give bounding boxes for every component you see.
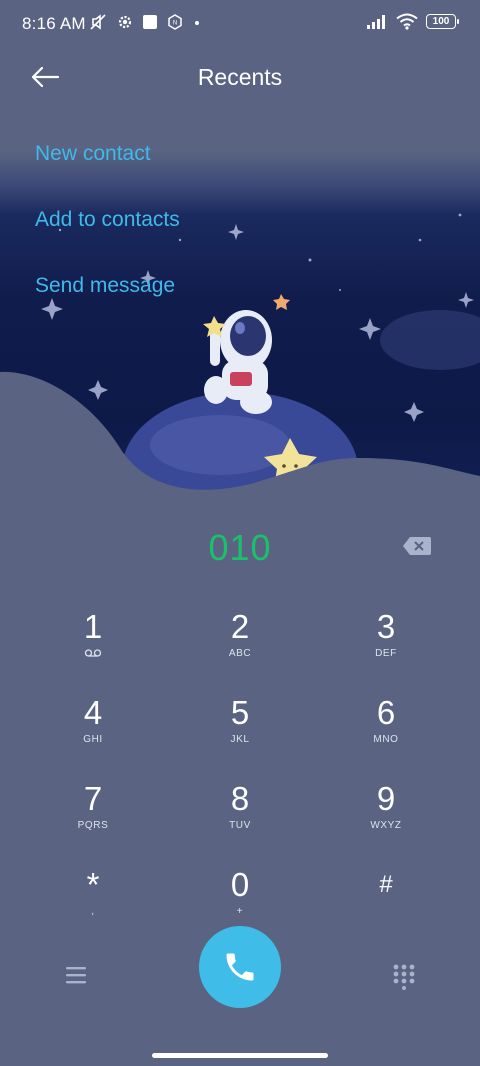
key-star[interactable]: * , [33, 866, 153, 940]
key-3[interactable]: 3 DEF [326, 608, 446, 682]
key-digit: 7 [83, 780, 103, 817]
settings-icon [118, 15, 132, 29]
signal-icon [367, 14, 385, 29]
key-digit: 9 [376, 780, 396, 817]
key-hash[interactable]: # [326, 866, 446, 940]
dialpad-toggle-button[interactable] [392, 964, 416, 990]
key-letters: GHI [83, 734, 103, 745]
key-6[interactable]: 6 MNO [326, 694, 446, 768]
key-digit: * [86, 866, 100, 903]
call-button[interactable] [199, 926, 281, 1008]
svg-text:N: N [173, 21, 177, 27]
phone-icon [226, 953, 254, 981]
key-digit: 1 [83, 608, 103, 645]
backspace-button[interactable] [402, 535, 432, 557]
new-contact-link[interactable]: New contact [35, 142, 151, 166]
status-bar: 8:16 AM N 100 [0, 0, 480, 46]
status-time: 8:16 AM [22, 14, 86, 33]
key-9[interactable]: 9 WXYZ [326, 780, 446, 854]
key-letters: PQRS [77, 820, 109, 831]
key-8[interactable]: 8 TUV [180, 780, 300, 854]
key-2[interactable]: 2 ABC [180, 608, 300, 682]
battery-level: 100 [432, 16, 450, 27]
key-letters: MNO [373, 734, 399, 745]
key-letters: ABC [228, 648, 252, 659]
nfc-icon: N [168, 14, 182, 30]
key-digit: 0 [230, 866, 250, 903]
key-letters: + [236, 906, 244, 917]
voicemail-icon [33, 648, 153, 661]
key-digit: 4 [83, 694, 103, 731]
mute-icon [90, 14, 106, 30]
key-digit: 8 [230, 780, 250, 817]
key-letters: JKL [230, 734, 250, 745]
key-digit: 6 [376, 694, 396, 731]
hamburger-menu-icon [66, 967, 86, 984]
backspace-icon [403, 537, 431, 555]
key-letters: DEF [375, 648, 397, 659]
home-indicator[interactable] [152, 1053, 328, 1058]
add-to-contacts-link[interactable]: Add to contacts [35, 208, 180, 232]
wifi-icon [396, 13, 418, 30]
menu-button[interactable] [64, 964, 88, 986]
dot-icon [195, 21, 199, 25]
key-digit: # [379, 871, 393, 898]
send-message-link[interactable]: Send message [35, 274, 175, 298]
key-1[interactable]: 1 [33, 608, 153, 682]
key-letters: WXYZ [370, 820, 402, 831]
key-digit: 5 [230, 694, 250, 731]
battery-icon: 100 [426, 14, 459, 29]
key-7[interactable]: 7 PQRS [33, 780, 153, 854]
key-digit: 2 [230, 608, 250, 645]
key-4[interactable]: 4 GHI [33, 694, 153, 768]
key-letters: , [91, 906, 95, 917]
key-digit: 3 [376, 608, 396, 645]
page-title: Recents [197, 64, 283, 90]
status-icons-left: N [88, 12, 202, 32]
key-letters: TUV [229, 820, 251, 831]
status-icons-right: 100 [366, 13, 459, 30]
square-icon [143, 15, 157, 29]
key-5[interactable]: 5 JKL [180, 694, 300, 768]
dialpad-icon [393, 964, 415, 990]
